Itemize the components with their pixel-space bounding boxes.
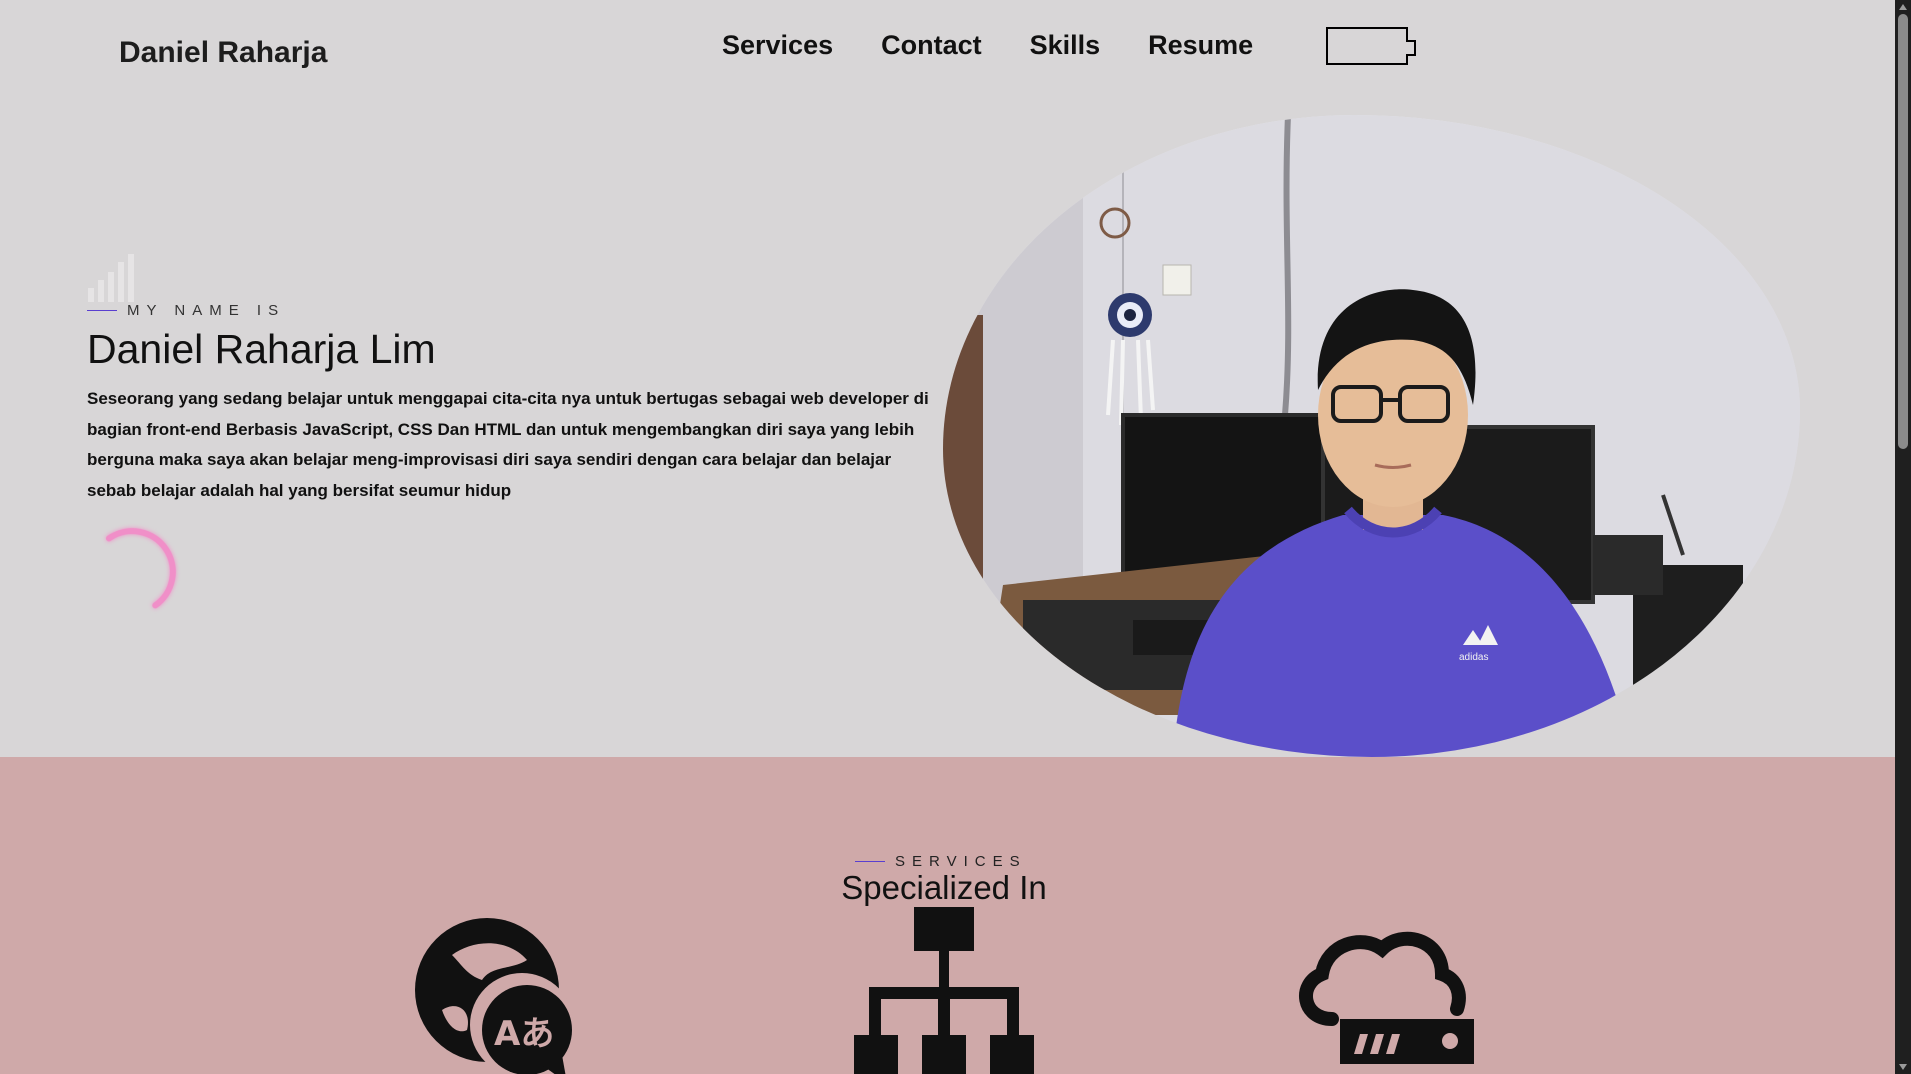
nav-skills-link[interactable]: Skills xyxy=(1030,30,1101,61)
nav-services-link[interactable]: Services xyxy=(722,30,833,61)
services-eyebrow-text: SERVICES xyxy=(895,853,1027,870)
nav-resume-link[interactable]: Resume xyxy=(1148,30,1253,61)
services-eyebrow: SERVICES xyxy=(855,853,1027,870)
cloud-router-icon xyxy=(1299,931,1474,1064)
page: Daniel Raharja Services Contact Skills R… xyxy=(0,0,1895,1074)
globe-translate-icon: Aあ xyxy=(415,918,574,1074)
site-logo[interactable]: Daniel Raharja xyxy=(119,36,327,70)
services-title: Specialized In xyxy=(841,869,1047,906)
eyebrow-line xyxy=(855,861,885,862)
signal-bars-decoration xyxy=(88,254,134,302)
hero-description: Seseorang yang sedang belajar untuk meng… xyxy=(87,389,929,500)
hero-eyebrow: MY NAME IS xyxy=(87,302,285,319)
hero-name: Daniel Raharja Lim xyxy=(87,326,436,372)
sitemap-icon xyxy=(854,907,1034,1074)
page-scrollbar[interactable] xyxy=(1895,0,1911,1074)
shirt-logo-text: adidas xyxy=(1459,652,1488,663)
profile-photo: adidas xyxy=(943,115,1800,757)
scroll-up-arrow-icon[interactable] xyxy=(1899,4,1907,10)
theme-toggle-button[interactable] xyxy=(1326,27,1416,65)
main-nav: Services Contact Skills Resume xyxy=(722,30,1253,61)
nav-contact-link[interactable]: Contact xyxy=(881,30,982,61)
eyebrow-line xyxy=(87,310,117,311)
services-section: SERVICES Specialized In Aあ xyxy=(0,757,1895,1074)
loading-spinner-icon xyxy=(105,528,176,609)
hero-eyebrow-text: MY NAME IS xyxy=(127,302,286,319)
scroll-down-arrow-icon[interactable] xyxy=(1899,1064,1907,1070)
scrollbar-thumb[interactable] xyxy=(1898,14,1908,449)
translate-glyph-text: Aあ xyxy=(494,1014,554,1054)
profile-photo-illustration: adidas xyxy=(943,115,1800,757)
